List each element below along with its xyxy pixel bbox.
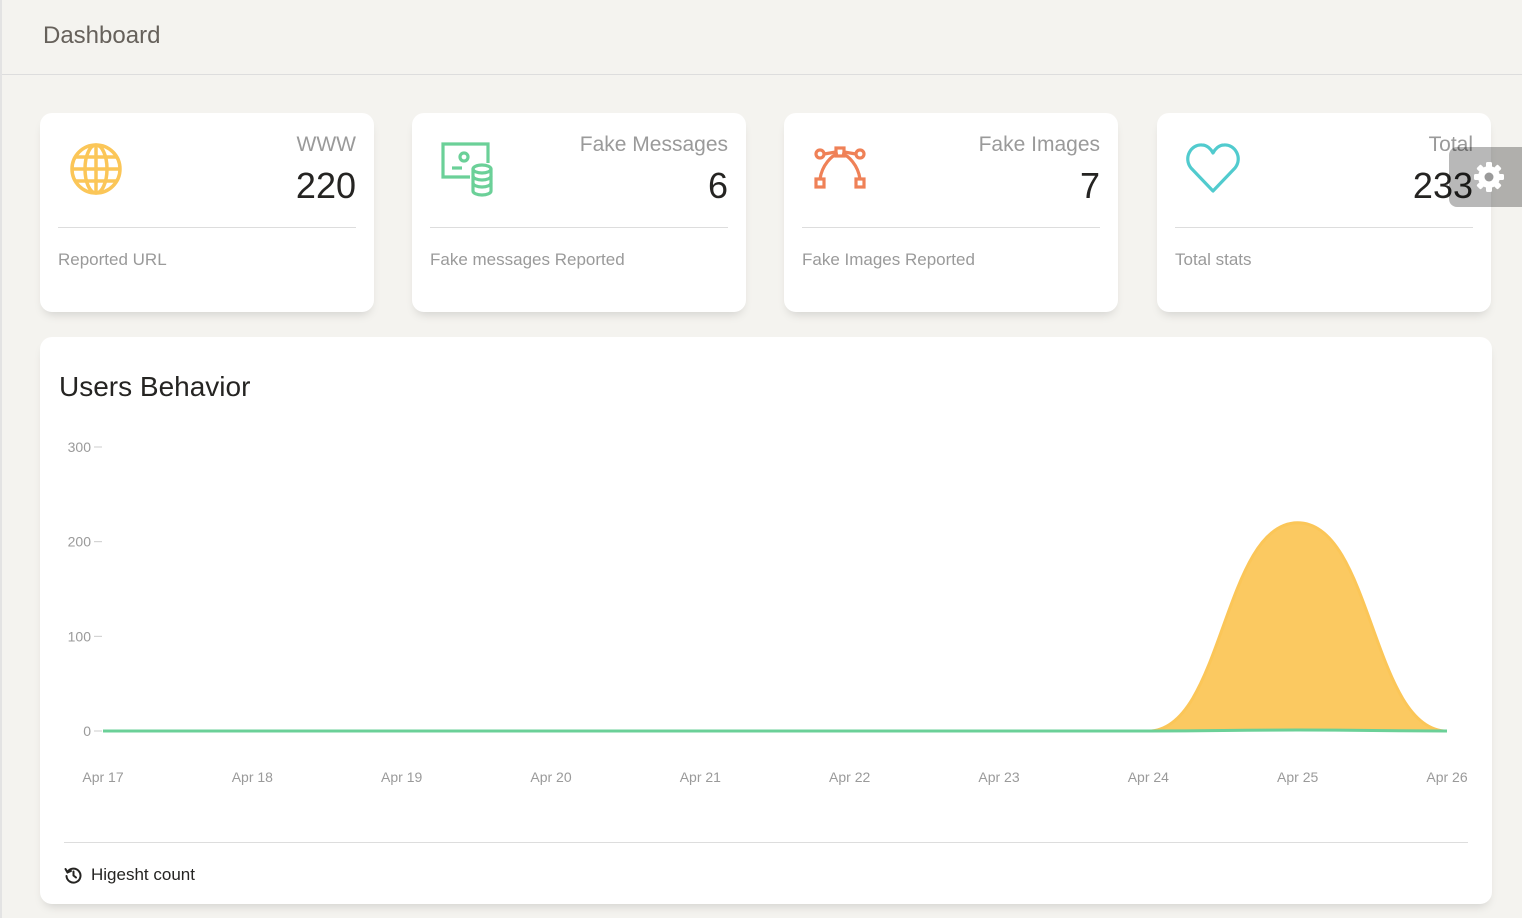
- x-tick-label: Apr 22: [829, 769, 870, 785]
- heart-icon: [1185, 141, 1241, 197]
- chart-card: Users Behavior 0 100 200 300 Apr 17 Apr 18 Apr…: [40, 337, 1492, 904]
- money-coins-icon: [440, 141, 496, 197]
- x-tick-label: Apr 21: [680, 769, 721, 785]
- x-tick-label: Apr 18: [232, 769, 273, 785]
- x-tick-label: Apr 19: [381, 769, 422, 785]
- settings-button[interactable]: [1449, 147, 1522, 207]
- y-tick-label: 100: [68, 628, 92, 644]
- stat-category: Fake Images: [978, 133, 1100, 156]
- gear-icon: [1474, 162, 1504, 192]
- x-tick-label: Apr 20: [530, 769, 571, 785]
- stat-value: 6: [707, 165, 728, 206]
- stat-card-www: WWW 220 Reported URL: [40, 113, 374, 312]
- top-navbar: Dashboard: [2, 0, 1522, 75]
- stat-footer: Fake Images Reported: [802, 250, 975, 269]
- vector-icon: [812, 141, 868, 197]
- stat-card-fake-messages: Fake Messages 6 Fake messages Reported: [412, 113, 746, 312]
- x-tick-label: Apr 24: [1128, 769, 1169, 785]
- users-behavior-chart: 0 100 200 300 Apr 17 Apr 18 Apr 19 Apr 20 Apr 21…: [68, 439, 1468, 785]
- stat-category: WWW: [296, 133, 356, 156]
- globe-icon: [68, 141, 124, 197]
- stat-footer: Fake messages Reported: [430, 250, 625, 269]
- card-divider: [58, 227, 356, 228]
- y-tick-label: 0: [83, 723, 91, 739]
- history-icon: [64, 867, 82, 884]
- y-tick-label: 200: [68, 534, 92, 550]
- x-tick-label: Apr 23: [978, 769, 1019, 785]
- stat-card-total: Total 233 Total stats: [1157, 113, 1491, 312]
- chart-divider: [64, 842, 1468, 843]
- stat-card-fake-images: Fake Images 7 Fake Images Reported: [784, 113, 1118, 312]
- page-title[interactable]: Dashboard: [43, 22, 160, 50]
- x-tick-label: Apr 17: [82, 769, 123, 785]
- chart-footer: Higesht count: [64, 865, 195, 885]
- chart-footer-label: Higesht count: [91, 865, 195, 884]
- stat-value: 7: [1079, 165, 1100, 206]
- stat-category: Fake Messages: [579, 133, 728, 156]
- x-tick-label: Apr 25: [1277, 769, 1318, 785]
- stat-footer: Reported URL: [58, 250, 167, 269]
- card-divider: [430, 227, 728, 228]
- x-tick-label: Apr 26: [1426, 769, 1467, 785]
- card-divider: [802, 227, 1100, 228]
- card-divider: [1175, 227, 1473, 228]
- series-area-0: [103, 522, 1447, 731]
- series-line-1: [103, 728, 1448, 733]
- stat-value: 220: [295, 165, 356, 206]
- stat-footer: Total stats: [1175, 250, 1252, 269]
- y-tick-label: 300: [68, 439, 92, 455]
- left-edge: [0, 0, 2, 918]
